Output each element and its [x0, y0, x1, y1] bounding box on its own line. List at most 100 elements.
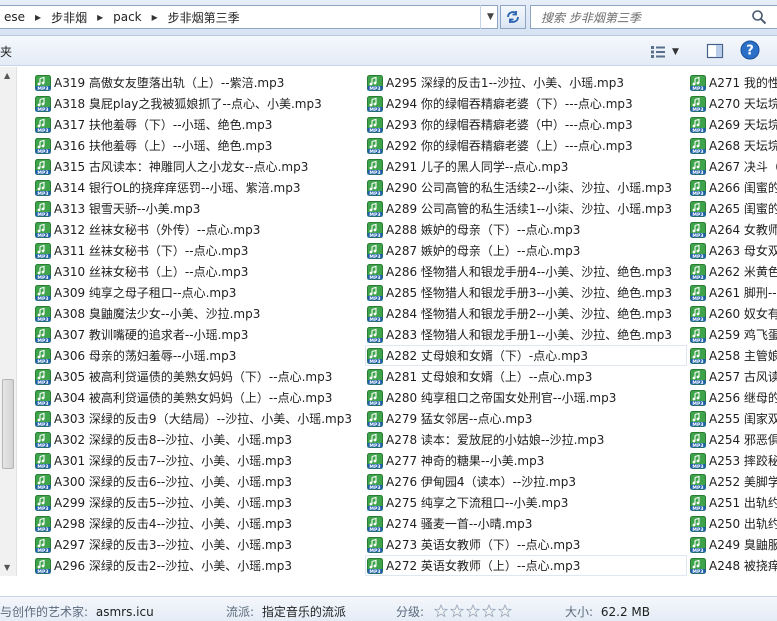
breadcrumb[interactable]: ese ▸ 步非烟 ▸ pack ▸ 步非烟第三季 — [0, 5, 498, 29]
vertical-scrollbar[interactable]: ▲ ▼ — [0, 67, 17, 576]
file-item[interactable]: MP3 A281 丈母娘和女婿（上）--点心.mp3 — [367, 366, 687, 387]
scroll-up-icon[interactable]: ▲ — [4, 71, 10, 80]
star-icon[interactable] — [449, 604, 464, 618]
file-item[interactable]: MP3 A289 公司高管的私生活续1--小柒、沙拉、小瑶.mp3 — [367, 198, 687, 219]
file-item[interactable]: MP3 A293 你的绿帽吞精癖老婆（中）---点心.mp3 — [367, 114, 687, 135]
breadcrumb-item-1[interactable]: ese — [0, 6, 29, 28]
search-icon[interactable] — [751, 9, 767, 25]
file-item[interactable]: MP3 A254 邪恶俱 — [690, 429, 777, 450]
file-item[interactable]: MP3 A282 丈母娘和女婿（下）-点心.mp3 — [365, 345, 687, 366]
star-icon[interactable] — [497, 604, 512, 618]
file-item[interactable]: MP3 A283 怪物猎人和银龙手册1--小美、沙拉、绝色.mp3 — [367, 324, 687, 345]
file-item[interactable]: MP3 A316 扶他羞辱（上）--小瑶、绝色.mp3 — [35, 135, 360, 156]
file-item[interactable]: MP3 A252 美脚学 — [690, 471, 777, 492]
file-item[interactable]: MP3 A269 天坛垸 — [690, 114, 777, 135]
refresh-button[interactable] — [500, 5, 526, 29]
file-item[interactable]: MP3 A312 丝袜女秘书（外传）--点心.mp3 — [35, 219, 360, 240]
address-dropdown-button[interactable]: ▼ — [480, 5, 500, 29]
file-item[interactable]: MP3 A259 鸡飞蛋 — [690, 324, 777, 345]
file-item[interactable]: MP3 A308 臭鼬魔法少女--小美、沙拉.mp3 — [35, 303, 360, 324]
breadcrumb-item-4[interactable]: 步非烟第三季 — [164, 6, 244, 28]
file-item[interactable]: MP3 A286 怪物猎人和银龙手册4--小美、沙拉、绝色.mp3 — [367, 261, 687, 282]
search-input[interactable]: 搜索 步非烟第三季 — [530, 5, 777, 29]
file-item[interactable]: MP3 A298 深绿的反击4--沙拉、小美、小瑶.mp3 — [35, 513, 360, 534]
file-item[interactable]: MP3 A310 丝袜女秘书（上）--点心.mp3 — [35, 261, 360, 282]
file-item[interactable]: MP3 A301 深绿的反击7--沙拉、小美、小瑶.mp3 — [35, 450, 360, 471]
file-item[interactable]: MP3 A291 儿子的黑人同学--点心.mp3 — [367, 156, 687, 177]
breadcrumb-item-2[interactable]: 步非烟 — [47, 6, 91, 28]
file-item[interactable]: MP3 A297 深绿的反击3--沙拉、小美、小瑶.mp3 — [35, 534, 360, 555]
file-item[interactable]: MP3 A279 猛女邻居--点心.mp3 — [367, 408, 687, 429]
file-item[interactable]: MP3 A307 教训嘴硬的追求者--小瑶.mp3 — [35, 324, 360, 345]
rating-stars[interactable] — [433, 604, 512, 618]
file-item[interactable]: MP3 A271 我的性 — [690, 72, 777, 93]
file-item[interactable]: MP3 A315 古风读本：神雕同人之小龙女--点心.mp3 — [35, 156, 360, 177]
file-item[interactable]: MP3 A248 被挠痒 — [690, 555, 777, 576]
preview-pane-icon[interactable] — [706, 42, 724, 60]
file-item[interactable]: MP3 A303 深绿的反击9（大结局）--沙拉、小美、小瑶.mp3 — [35, 408, 360, 429]
file-item[interactable]: MP3 A306 母亲的荡妇羞辱--小瑶.mp3 — [35, 345, 360, 366]
breadcrumb-separator[interactable]: ▸ — [91, 10, 109, 24]
file-item[interactable]: MP3 A267 决斗（ — [690, 156, 777, 177]
file-item[interactable]: MP3 A288 嫉妒的母亲（下）--点心.mp3 — [367, 219, 687, 240]
file-item[interactable]: MP3 A313 银雪天骄--小美.mp3 — [35, 198, 360, 219]
file-item[interactable]: MP3 A266 闺蜜的 — [690, 177, 777, 198]
file-item[interactable]: MP3 A263 母女双 — [690, 240, 777, 261]
breadcrumb-separator[interactable]: ▸ — [29, 10, 47, 24]
file-item[interactable]: MP3 A318 臭屁play之我被狐娘抓了--点心、小美.mp3 — [35, 93, 360, 114]
file-item[interactable]: MP3 A262 米黄色 — [690, 261, 777, 282]
file-item[interactable]: MP3 A285 怪物猎人和银龙手册3--小美、沙拉、绝色.mp3 — [367, 282, 687, 303]
file-item[interactable]: MP3 A265 闺蜜的 — [690, 198, 777, 219]
file-item[interactable]: MP3 A253 摔跤秘 — [690, 450, 777, 471]
file-item[interactable]: MP3 A256 继母的 — [690, 387, 777, 408]
file-item[interactable]: MP3 A251 出轨约 — [690, 492, 777, 513]
search-placeholder[interactable]: 搜索 步非烟第三季 — [531, 9, 777, 26]
file-item[interactable]: MP3 A319 高傲女友堕落出轨（上）--紫涪.mp3 — [35, 72, 360, 93]
file-item[interactable]: MP3 A304 被高利贷逼债的美熟女妈妈（上）--点心.mp3 — [35, 387, 360, 408]
file-item[interactable]: MP3 A273 英语女教师（下）--点心.mp3 — [367, 534, 687, 555]
file-item[interactable]: MP3 A314 银行OL的挠痒痒惩罚--小瑶、紫涪.mp3 — [35, 177, 360, 198]
file-item[interactable]: MP3 A311 丝袜女秘书（下）--点心.mp3 — [35, 240, 360, 261]
artist-value[interactable]: asmrs.icu — [96, 605, 154, 619]
file-item[interactable]: MP3 A272 英语女教师（上）--点心.mp3 — [365, 555, 687, 576]
file-item[interactable]: MP3 A257 古风读 — [690, 366, 777, 387]
file-item[interactable]: MP3 A278 读本：爱放屁的小姑娘--沙拉.mp3 — [367, 429, 687, 450]
file-item[interactable]: MP3 A274 骚麦一首--小晴.mp3 — [367, 513, 687, 534]
file-item[interactable]: MP3 A255 闺家双 — [690, 408, 777, 429]
file-item[interactable]: MP3 A249 臭鼬服 — [690, 534, 777, 555]
file-item[interactable]: MP3 A309 纯享之母子租口--点心.mp3 — [35, 282, 360, 303]
file-item[interactable]: MP3 A295 深绿的反击1--沙拉、小美、小瑶.mp3 — [367, 72, 687, 93]
file-item[interactable]: MP3 A280 纯享租口之帝国女处刑官--小瑶.mp3 — [367, 387, 687, 408]
scroll-down-icon[interactable]: ▼ — [4, 563, 10, 572]
star-icon[interactable] — [433, 604, 448, 618]
file-item[interactable]: MP3 A287 嫉妒的母亲（上）--点心.mp3 — [367, 240, 687, 261]
file-item[interactable]: MP3 A270 天坛垸 — [690, 93, 777, 114]
file-item[interactable]: MP3 A268 天坛垸 — [690, 135, 777, 156]
file-item[interactable]: MP3 A299 深绿的反击5--沙拉、小美、小瑶.mp3 — [35, 492, 360, 513]
file-item[interactable]: MP3 A258 主管娘 — [690, 345, 777, 366]
file-item[interactable]: MP3 A302 深绿的反击8--沙拉、小美、小瑶.mp3 — [35, 429, 360, 450]
star-icon[interactable] — [481, 604, 496, 618]
help-icon[interactable]: ? — [740, 40, 760, 60]
file-item[interactable]: MP3 A284 怪物猎人和银龙手册2--小美、沙拉、绝色.mp3 — [367, 303, 687, 324]
file-item[interactable]: MP3 A317 扶他羞辱（下）--小瑶、绝色.mp3 — [35, 114, 360, 135]
file-item[interactable]: MP3 A264 女教师 — [690, 219, 777, 240]
change-view-button[interactable]: ▼ — [650, 43, 686, 61]
file-item[interactable]: MP3 A290 公司高管的私生活续2--小柒、沙拉、小瑶.mp3 — [367, 177, 687, 198]
file-item[interactable]: MP3 A260 奴女有 — [690, 303, 777, 324]
file-item[interactable]: MP3 A300 深绿的反击6--沙拉、小美、小瑶.mp3 — [35, 471, 360, 492]
file-item[interactable]: MP3 A275 纯享之下流租口--小美.mp3 — [367, 492, 687, 513]
file-item[interactable]: MP3 A276 伊甸园4（读本）--沙拉.mp3 — [367, 471, 687, 492]
file-item[interactable]: MP3 A250 出轨约 — [690, 513, 777, 534]
genre-value[interactable]: 指定音乐的流派 — [262, 605, 346, 619]
file-item[interactable]: MP3 A261 脚刑-- — [690, 282, 777, 303]
star-icon[interactable] — [465, 604, 480, 618]
breadcrumb-separator[interactable]: ▸ — [146, 10, 164, 24]
file-item[interactable]: MP3 A305 被高利贷逼债的美熟女妈妈（下）--点心.mp3 — [35, 366, 360, 387]
file-item[interactable]: MP3 A292 你的绿帽吞精癖老婆（上）---点心.mp3 — [367, 135, 687, 156]
file-item[interactable]: MP3 A294 你的绿帽吞精癖老婆（下）---点心.mp3 — [367, 93, 687, 114]
file-item[interactable]: MP3 A296 深绿的反击2--沙拉、小美、小瑶.mp3 — [35, 555, 360, 576]
toolbar-new-folder-label[interactable]: 夹 — [0, 43, 12, 60]
breadcrumb-item-3[interactable]: pack — [109, 6, 146, 28]
scroll-thumb[interactable] — [2, 379, 14, 469]
